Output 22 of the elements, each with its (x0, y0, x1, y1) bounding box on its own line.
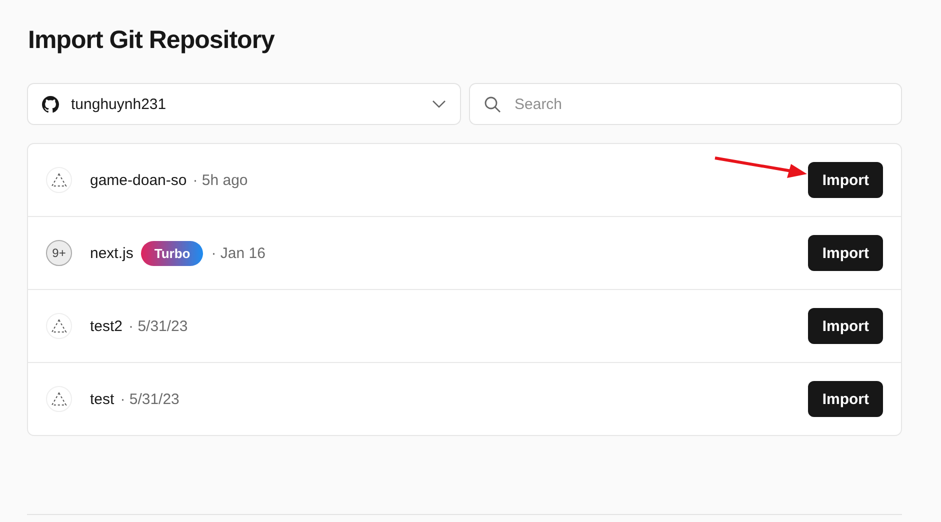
account-select[interactable]: tunghuynh231 (27, 83, 460, 125)
import-button[interactable]: Import (808, 162, 883, 198)
updated-time: · 5/31/23 (120, 390, 180, 408)
search-input[interactable]: Search (512, 94, 887, 114)
account-name: tunghuynh231 (71, 96, 168, 112)
repository-name: next.js (90, 244, 134, 262)
updated-time: · Jan 16 (211, 244, 266, 262)
updated-time: · 5/31/23 (128, 318, 188, 334)
repository-name: test (90, 390, 114, 408)
count-icon: 9+ (46, 240, 72, 266)
chevron-down-icon (432, 100, 446, 108)
import-button[interactable]: Import (808, 381, 883, 417)
import-button[interactable]: Import (808, 308, 883, 344)
import-button[interactable]: Import (808, 235, 883, 271)
turbo-badge: Turbo (141, 240, 204, 266)
updated-time: · 5h ago (192, 172, 248, 188)
search-icon (484, 96, 500, 112)
github-icon (42, 96, 59, 112)
repository-name: game-doan-so (90, 172, 187, 188)
page-title: Import Git Repository (28, 25, 276, 56)
search-box[interactable]: Search (468, 83, 902, 125)
repository-name: test2 (90, 318, 123, 334)
